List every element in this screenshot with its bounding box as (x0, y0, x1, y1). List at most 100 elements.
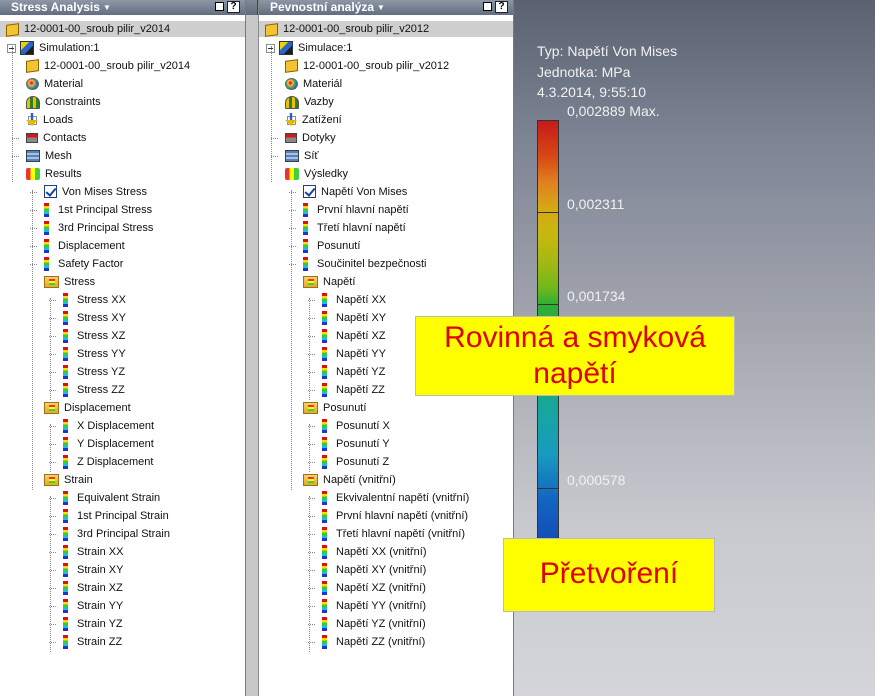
tree-node-posunut-z[interactable]: Posunutí Z (259, 453, 513, 471)
tree-node-displacement[interactable]: Displacement (0, 237, 245, 255)
tree-node-stress-xz[interactable]: Stress XZ (0, 327, 245, 345)
tree-node-simulation-1[interactable]: Simulation:1 (0, 39, 245, 57)
tree-node-prvn-hlavn-nap-t[interactable]: První hlavní napětí (259, 201, 513, 219)
tree-node-stress-xy[interactable]: Stress XY (0, 309, 245, 327)
tree-node-strain-zz[interactable]: Strain ZZ (0, 633, 245, 651)
tree-node-stress[interactable]: Stress (0, 273, 245, 291)
tree-node-t-et-hlavn-nap-t-vnit-n[interactable]: Třetí hlavní napětí (vnitřní) (259, 525, 513, 543)
tree-node-strain-yy[interactable]: Strain YY (0, 597, 245, 615)
tree-node-strain[interactable]: Strain (0, 471, 245, 489)
tree-node-label: Dotyky (302, 132, 336, 144)
result-colorbar-icon (322, 455, 327, 469)
tree-guide-line (309, 298, 310, 400)
tree-node-3rd-principal-strain[interactable]: 3rd Principal Strain (0, 525, 245, 543)
tree-node-safety-factor[interactable]: Safety Factor (0, 255, 245, 273)
tree-node-materi-l[interactable]: Materiál (259, 75, 513, 93)
tree-node-dotyky[interactable]: Dotyky (259, 129, 513, 147)
tree-node-stress-xx[interactable]: Stress XX (0, 291, 245, 309)
tree-node-posunut-y[interactable]: Posunutí Y (259, 435, 513, 453)
tree-node-nap-t[interactable]: Napětí (259, 273, 513, 291)
tree-node-3rd-principal-stress[interactable]: 3rd Principal Stress (0, 219, 245, 237)
tree-node-t-et-hlavn-nap-t[interactable]: Třetí hlavní napětí (259, 219, 513, 237)
tree-node-label: Napětí ZZ (336, 384, 385, 396)
tree-node-strain-xy[interactable]: Strain XY (0, 561, 245, 579)
tree-node-constraints[interactable]: Constraints (0, 93, 245, 111)
tree-node-stress-yz[interactable]: Stress YZ (0, 363, 245, 381)
tree-node-contacts[interactable]: Contacts (0, 129, 245, 147)
tree-node-results[interactable]: Results (0, 165, 245, 183)
tree-node-x-displacement[interactable]: X Displacement (0, 417, 245, 435)
tree-node-material[interactable]: Material (0, 75, 245, 93)
tree-node-12-0001-00-sroub-pilir-v2014[interactable]: 12-0001-00_sroub pilir_v2014 (0, 57, 245, 75)
tree-node-equivalent-strain[interactable]: Equivalent Strain (0, 489, 245, 507)
checkbox-checked-icon[interactable] (44, 185, 57, 198)
help-icon[interactable]: ? (227, 1, 240, 13)
tree-node-mesh[interactable]: Mesh (0, 147, 245, 165)
tree-node-strain-xx[interactable]: Strain XX (0, 543, 245, 561)
tree-node-prvn-hlavn-nap-t-vnit-n[interactable]: První hlavní napětí (vnitřní) (259, 507, 513, 525)
pin-icon[interactable] (215, 2, 224, 11)
chevron-down-icon[interactable]: ▼ (103, 3, 111, 12)
help-icon[interactable]: ? (495, 1, 508, 13)
tree-node-displacement[interactable]: Displacement (0, 399, 245, 417)
tree-node-label: 12-0001-00_sroub pilir_v2014 (44, 60, 191, 72)
tree-node-z-displacement[interactable]: Z Displacement (0, 453, 245, 471)
part-icon (285, 59, 298, 73)
tree-node-label: Stress YY (77, 348, 126, 360)
tree-node-nap-t-zz-vnit-n[interactable]: Napětí ZZ (vnitřní) (259, 633, 513, 651)
tree-node-label: Napětí XZ (336, 330, 386, 342)
tree-node-v-sledky[interactable]: Výsledky (259, 165, 513, 183)
tree-node-vazby[interactable]: Vazby (259, 93, 513, 111)
tree-node-label: Napětí XZ (vnitřní) (336, 582, 426, 594)
tree-node-nap-t-xx[interactable]: Napětí XX (259, 291, 513, 309)
tree-node-label: Strain ZZ (77, 636, 123, 648)
tree-node-nap-t-xy-vnit-n[interactable]: Napětí XY (vnitřní) (259, 561, 513, 579)
pin-icon[interactable] (483, 2, 492, 11)
tree-node-posunut-x[interactable]: Posunutí X (259, 417, 513, 435)
tree-node-sou-initel-bezpe-nosti[interactable]: Součinitel bezpečnosti (259, 255, 513, 273)
tree-node-label: Strain (64, 474, 93, 486)
tree-node-posunut[interactable]: Posunutí (259, 237, 513, 255)
tree-root-12-0001-00-sroub-pilir-v2012[interactable]: 12-0001-00_sroub pilir_v2012 (259, 21, 513, 37)
panel-header-right[interactable]: Pevnostní analýza ▼ ? (259, 0, 513, 15)
contacts-icon (26, 133, 38, 143)
tree-root-12-0001-00-sroub-pilir-v2014[interactable]: 12-0001-00_sroub pilir_v2014 (0, 21, 245, 37)
tree-node-simulace-1[interactable]: Simulace:1 (259, 39, 513, 57)
result-colorbar-icon (63, 635, 68, 649)
checkbox-checked-icon[interactable] (303, 185, 316, 198)
tree-node-nap-t-xx-vnit-n[interactable]: Napětí XX (vnitřní) (259, 543, 513, 561)
tree-node-stress-yy[interactable]: Stress YY (0, 345, 245, 363)
tree-node-label: 1st Principal Stress (58, 204, 153, 216)
tree-node-label: Loads (43, 114, 73, 126)
tree-node-strain-xz[interactable]: Strain XZ (0, 579, 245, 597)
chevron-down-icon[interactable]: ▼ (377, 3, 385, 12)
tree-node-1st-principal-stress[interactable]: 1st Principal Stress (0, 201, 245, 219)
tree-connector (12, 138, 19, 139)
tree-node-strain-yz[interactable]: Strain YZ (0, 615, 245, 633)
panel-header-left[interactable]: Stress Analysis ▼ ? (0, 0, 245, 15)
tree-node-ekvivalentn-nap-t-vnit-n[interactable]: Ekvivalentní napětí (vnitřní) (259, 489, 513, 507)
tree-node-loads[interactable]: Loads (0, 111, 245, 129)
tree-guide-line (50, 298, 51, 400)
tree-node-1st-principal-strain[interactable]: 1st Principal Strain (0, 507, 245, 525)
tree-node-zat-en[interactable]: Zatížení (259, 111, 513, 129)
result-colorbar-icon (303, 257, 308, 271)
tree-node-von-mises-stress[interactable]: Von Mises Stress (0, 183, 245, 201)
tree-node-posunut[interactable]: Posunutí (259, 399, 513, 417)
tree-node-nap-t-vnit-n[interactable]: Napětí (vnitřní) (259, 471, 513, 489)
tree-node-nap-t-von-mises[interactable]: Napětí Von Mises (259, 183, 513, 201)
panel-splitter[interactable] (246, 0, 259, 696)
result-folder-icon (303, 474, 318, 486)
tree-node-nap-t-yy-vnit-n[interactable]: Napětí YY (vnitřní) (259, 597, 513, 615)
tree-node-nap-t-xz-vnit-n[interactable]: Napětí XZ (vnitřní) (259, 579, 513, 597)
tree-node-s[interactable]: Síť (259, 147, 513, 165)
result-colorbar-icon (322, 383, 327, 397)
tree-node-label: Stress XZ (77, 330, 126, 342)
tree-node-label: Posunutí (323, 402, 367, 414)
tree-guide-line (32, 190, 33, 490)
tree-node-stress-zz[interactable]: Stress ZZ (0, 381, 245, 399)
tree-node-nap-t-yz-vnit-n[interactable]: Napětí YZ (vnitřní) (259, 615, 513, 633)
tree-node-label: Contacts (43, 132, 87, 144)
tree-node-12-0001-00-sroub-pilir-v2012[interactable]: 12-0001-00_sroub pilir_v2012 (259, 57, 513, 75)
tree-node-y-displacement[interactable]: Y Displacement (0, 435, 245, 453)
